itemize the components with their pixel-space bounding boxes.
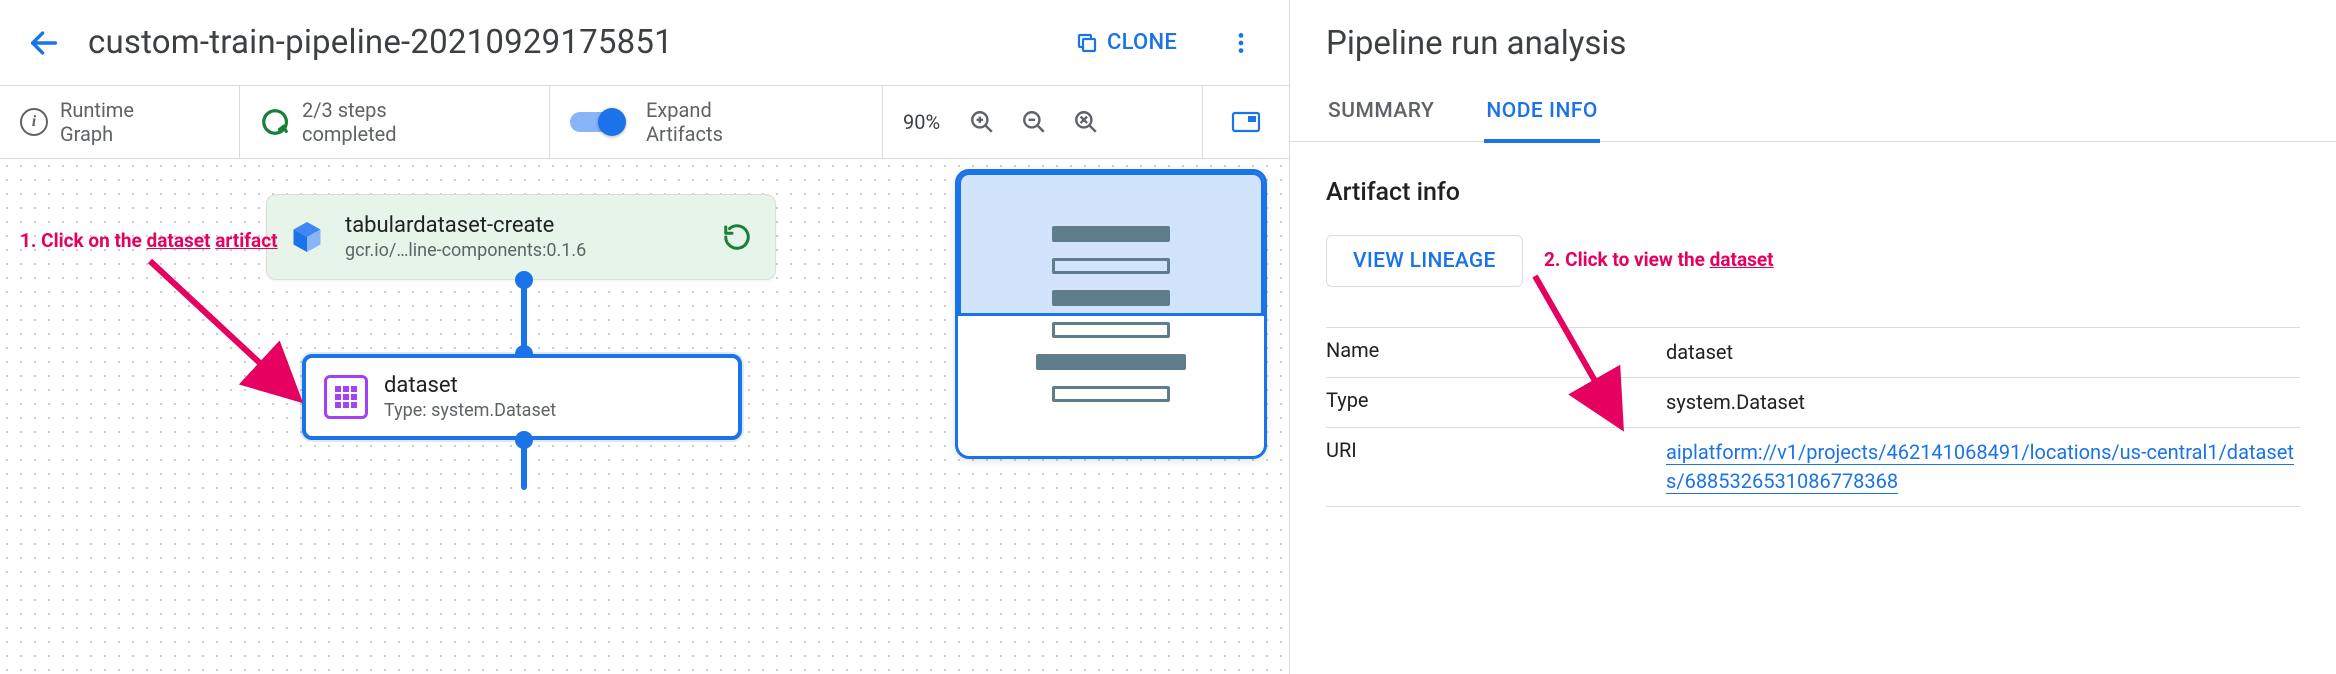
zoom-cell: 90% bbox=[883, 86, 1203, 158]
side-panel-title: Pipeline run analysis bbox=[1290, 0, 2336, 85]
copy-icon bbox=[1075, 31, 1099, 55]
artifact-info-header: Artifact info bbox=[1326, 178, 2300, 207]
recenter-icon bbox=[1231, 110, 1261, 134]
kv-row-name: Name dataset bbox=[1326, 328, 2300, 378]
pipeline-edge bbox=[521, 280, 527, 354]
pipeline-artifact-node[interactable]: dataset Type: system.Dataset bbox=[302, 354, 742, 440]
kv-key: Type bbox=[1326, 388, 1666, 412]
expand-artifacts-cell: Expand Artifacts bbox=[550, 86, 883, 158]
info-icon: i bbox=[20, 108, 48, 136]
kv-value: aiplatform://v1/projects/462141068491/lo… bbox=[1666, 438, 2300, 496]
kv-key: URI bbox=[1326, 438, 1666, 462]
arrow-left-icon bbox=[27, 26, 61, 60]
zoom-percent: 90% bbox=[903, 110, 940, 134]
tab-summary[interactable]: SUMMARY bbox=[1326, 85, 1436, 141]
pipeline-canvas[interactable]: 1. Click on the dataset artifact tabular… bbox=[0, 159, 1289, 674]
runtime-label-1: Runtime bbox=[60, 98, 134, 122]
step-name: tabulardataset-create bbox=[345, 212, 717, 240]
expand-artifacts-toggle[interactable] bbox=[570, 112, 622, 132]
cube-icon bbox=[285, 219, 329, 255]
minimap-node bbox=[1052, 322, 1170, 338]
back-button[interactable] bbox=[24, 23, 64, 63]
minimap-node bbox=[1052, 290, 1170, 306]
minimap-node bbox=[1052, 258, 1170, 274]
more-button[interactable] bbox=[1217, 19, 1265, 67]
steps-sub: completed bbox=[302, 122, 397, 146]
zoom-in-icon bbox=[969, 109, 995, 135]
step-refresh-button[interactable] bbox=[717, 217, 757, 257]
clone-button[interactable]: CLONE bbox=[1059, 20, 1193, 65]
uri-link[interactable]: aiplatform://v1/projects/462141068491/lo… bbox=[1666, 440, 2294, 494]
kv-row-uri: URI aiplatform://v1/projects/46214106849… bbox=[1326, 428, 2300, 507]
zoom-out-icon bbox=[1021, 109, 1047, 135]
pipeline-step-node[interactable]: tabulardataset-create gcr.io/…line-compo… bbox=[266, 194, 776, 280]
clone-label: CLONE bbox=[1107, 30, 1177, 55]
pipeline-edge-out bbox=[521, 440, 527, 490]
artifact-name: dataset bbox=[384, 372, 556, 400]
annotation-1: 1. Click on the dataset artifact bbox=[20, 229, 278, 252]
kv-value: dataset bbox=[1666, 338, 2300, 367]
runtime-label-2: Graph bbox=[60, 122, 134, 146]
runtime-graph-cell: i Runtime Graph bbox=[0, 86, 240, 158]
progress-partial-icon bbox=[260, 107, 290, 137]
steps-count: 2/3 steps bbox=[302, 98, 397, 122]
kv-value: system.Dataset bbox=[1666, 388, 2300, 417]
page-title: custom-train-pipeline-20210929175851 bbox=[88, 23, 1035, 62]
steps-status-cell: 2/3 steps completed bbox=[240, 86, 550, 158]
kv-key: Name bbox=[1326, 338, 1666, 362]
kv-row-type: Type system.Dataset bbox=[1326, 378, 2300, 428]
zoom-reset-button[interactable] bbox=[1068, 104, 1104, 140]
recenter-button[interactable] bbox=[1231, 110, 1261, 134]
minimap-node bbox=[1052, 226, 1170, 242]
minimap[interactable] bbox=[955, 169, 1267, 459]
view-lineage-button[interactable]: VIEW LINEAGE bbox=[1326, 235, 1523, 287]
expand-label-1: Expand bbox=[646, 98, 723, 122]
annotation-2: 2. Click to view the dataset bbox=[1544, 248, 1774, 271]
refresh-icon bbox=[722, 222, 752, 252]
minimap-node bbox=[1052, 386, 1170, 402]
artifact-subtitle: Type: system.Dataset bbox=[384, 400, 556, 423]
zoom-reset-icon bbox=[1073, 109, 1099, 135]
zoom-out-button[interactable] bbox=[1016, 104, 1052, 140]
recenter-cell bbox=[1203, 86, 1289, 158]
more-vert-icon bbox=[1228, 30, 1254, 56]
dataset-icon bbox=[324, 375, 368, 419]
minimap-node bbox=[1036, 354, 1186, 370]
step-subtitle: gcr.io/…line-components:0.1.6 bbox=[345, 240, 717, 263]
expand-label-2: Artifacts bbox=[646, 122, 723, 146]
zoom-in-button[interactable] bbox=[964, 104, 1000, 140]
tab-node-info[interactable]: NODE INFO bbox=[1484, 85, 1600, 143]
